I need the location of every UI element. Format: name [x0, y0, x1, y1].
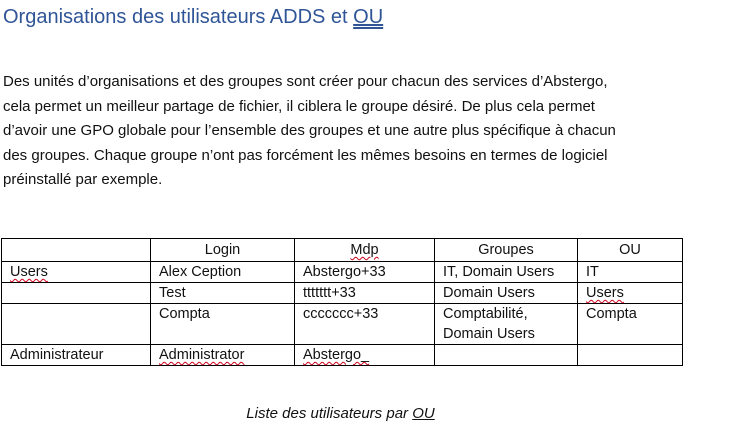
caption-text: Liste des utilisateurs par — [246, 405, 413, 422]
cell-ou: Compta — [577, 303, 683, 345]
cell-mdp-text: Abstergo_ — [303, 347, 370, 363]
cell-mdp: ccccccc+33 — [294, 303, 435, 345]
paragraph-line-3: d’avoir une GPO globale pour l’ensemble … — [3, 122, 616, 139]
cell-ou-text: Compta — [586, 306, 637, 322]
table-row: Compta ccccccc+33 Comptabilité, Domain U… — [1, 303, 683, 345]
cell-mdp: ttttttt+33 — [294, 282, 435, 304]
cell-groupes: IT, Domain Users — [434, 261, 578, 283]
cell-ou: Users — [577, 282, 683, 304]
heading-ou: OU — [353, 6, 384, 28]
header-mdp: Mdp — [294, 238, 435, 262]
cell-ou-text: IT — [586, 264, 599, 280]
cell-category-text: Users — [10, 264, 48, 280]
cell-login: Test — [150, 282, 295, 304]
header-ou: OU — [577, 238, 683, 262]
cell-mdp-text: Abstergo+33 — [303, 264, 386, 280]
table-row: Users Alex Ception Abstergo+33 IT, Domai… — [1, 261, 683, 283]
cell-groupes — [434, 344, 578, 366]
cell-groupes-text: IT, Domain Users — [443, 264, 555, 280]
cell-category — [1, 282, 151, 304]
cell-groupes-text: Domain Users — [443, 285, 535, 301]
cell-login-text: Administrator — [159, 347, 245, 363]
cell-mdp-text: ccccccc+33 — [303, 306, 379, 322]
paragraph-line-4: des groupes. Chaque groupe n’ont pas for… — [3, 146, 608, 164]
cell-mdp: Abstergo+33 — [294, 261, 435, 283]
paragraph-line-5: préinstallé par exemple. — [3, 171, 163, 188]
table-header-row: Login Mdp Groupes OU — [1, 238, 683, 262]
cell-login: Compta — [150, 303, 295, 345]
table-row: Test ttttttt+33 Domain Users Users — [1, 282, 683, 304]
header-groupes: Groupes — [434, 238, 578, 262]
description-paragraph: Des unités d’organisations et des groupe… — [3, 70, 683, 193]
cell-login-text: Alex Ception — [159, 264, 242, 280]
header-category — [1, 238, 151, 262]
cell-ou-text: Users — [586, 285, 624, 301]
heading-text: Organisations des utilisateurs ADDS et — [3, 6, 354, 28]
document-heading: Organisations des utilisateurs ADDS et O… — [3, 6, 383, 29]
cell-mdp-text: ttttttt+33 — [303, 285, 356, 301]
table-row: Administrateur Administrator Abstergo_ — [1, 344, 683, 366]
cell-mdp: Abstergo_ — [294, 344, 435, 366]
paragraph-line-1: Des unités d’organisations et des groupe… — [3, 73, 608, 90]
cell-login-text: Compta — [159, 306, 210, 322]
cell-groupes: Domain Users — [434, 282, 578, 304]
cell-ou — [577, 344, 683, 366]
cell-category: Administrateur — [1, 344, 151, 366]
header-mdp-text: Mdp — [350, 242, 379, 258]
cell-category: Users — [1, 261, 151, 283]
cell-login: Administrator — [150, 344, 295, 366]
paragraph-line-2: cela permet un meilleur partage de fichi… — [3, 97, 595, 115]
cell-ou: IT — [577, 261, 683, 283]
cell-login: Alex Ception — [150, 261, 295, 283]
table-caption: Liste des utilisateurs par OU — [0, 405, 681, 422]
cell-login-text: Test — [159, 285, 186, 301]
cell-category — [1, 303, 151, 345]
cell-groupes-text: Comptabilité, Domain Users — [443, 306, 535, 342]
header-login: Login — [150, 238, 295, 262]
cell-category-text: Administrateur — [10, 347, 104, 363]
users-table: Login Mdp Groupes OU Users Alex Ception … — [1, 238, 683, 366]
caption-ou: OU — [412, 405, 435, 422]
cell-groupes: Comptabilité, Domain Users — [434, 303, 578, 345]
